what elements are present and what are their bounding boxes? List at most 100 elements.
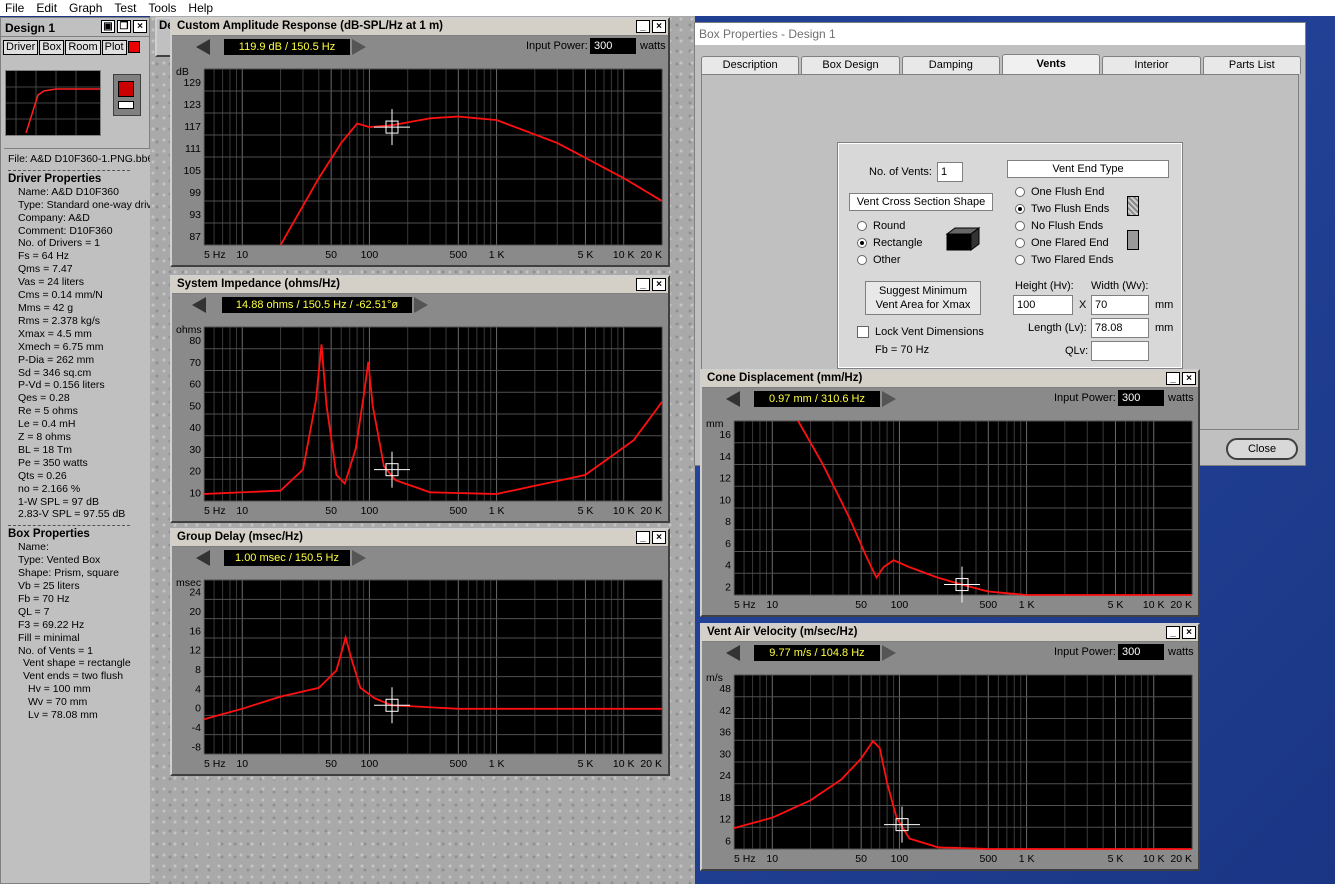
menu-edit[interactable]: Edit [31, 1, 64, 15]
cone-displacement-window: Cone Displacement (mm/Hz) _ × 0.97 mm / 3… [700, 369, 1200, 617]
tab-parts-list[interactable]: Parts List [1202, 56, 1301, 74]
tab-vents[interactable]: Vents [1001, 54, 1101, 74]
end-type-no-flush[interactable]: No Flush Ends [1015, 218, 1114, 235]
design-panel-title: Design 1 [5, 21, 56, 35]
group-delay-titlebar: Group Delay (msec/Hz) _ × [172, 530, 668, 547]
x-tick-label: 10 K [613, 249, 635, 261]
close-icon[interactable]: × [133, 20, 147, 33]
close-icon[interactable]: × [652, 531, 666, 544]
shape-radio-group: Round Rectangle Other [857, 218, 923, 269]
next-arrow-icon[interactable] [352, 39, 366, 55]
group-delay-plot[interactable]: msec 24 20 16 12 8 4 0 -4 -8 5 Hz 10 50 100 500 1 K5 K1… [174, 574, 668, 772]
box-diagram-icon[interactable] [113, 74, 141, 116]
rectangular-vent-icon [945, 227, 981, 251]
restore-icon[interactable]: ❐ [117, 20, 131, 33]
plot-color-swatch[interactable] [127, 41, 140, 53]
minimize-icon[interactable]: _ [636, 20, 650, 33]
shape-rectangle-label: Rectangle [873, 237, 923, 249]
x-tick-label: 500 [450, 249, 468, 261]
x-tick-label: 20 K [640, 505, 662, 517]
save-icon[interactable]: ▣ [101, 20, 115, 33]
vent-velocity-plot[interactable]: m/s 48 42 36 30 24 18 12 6 5 Hz 10 50 100 500 1 K5 K 10… [704, 669, 1198, 867]
prev-arrow-icon[interactable] [726, 645, 740, 661]
shape-rectangle-option[interactable]: Rectangle [857, 235, 923, 252]
driver-property: Vas = 24 liters [18, 276, 85, 289]
y-tick-label: 12 [189, 645, 201, 657]
next-arrow-icon[interactable] [882, 391, 896, 407]
minimize-icon[interactable]: _ [636, 278, 650, 291]
minimize-icon[interactable]: _ [1166, 626, 1180, 639]
vents-panel: No. of Vents: 1 Vent Cross Section Shape… [837, 142, 1183, 369]
cone-title: Cone Displacement (mm/Hz) [707, 372, 863, 384]
end-type-two-flush[interactable]: Two Flush Ends [1015, 201, 1114, 218]
height-input[interactable]: 100 [1013, 295, 1073, 315]
end-type-two-flared[interactable]: Two Flared Ends [1015, 252, 1114, 269]
next-arrow-icon[interactable] [882, 645, 896, 661]
driver-property: Qes = 0.28 [18, 392, 70, 405]
input-power-field[interactable]: 300 [590, 38, 636, 54]
height-label: Height (Hv): [1015, 280, 1074, 292]
x-tick-label: 20 K [1170, 853, 1192, 865]
length-input[interactable]: 78.08 [1091, 318, 1149, 338]
x-tick-label: 500 [450, 758, 468, 770]
tab-damping[interactable]: Damping [901, 56, 1000, 74]
x-label: X [1079, 299, 1087, 311]
menu-help[interactable]: Help [183, 1, 220, 15]
tab-description[interactable]: Description [701, 56, 800, 74]
x-tick-label: 20 K [640, 758, 662, 770]
shape-round-option[interactable]: Round [857, 218, 923, 235]
response-thumbnail[interactable] [5, 70, 101, 136]
close-icon[interactable]: × [652, 20, 666, 33]
end-type-label: No Flush Ends [1031, 220, 1104, 232]
lock-vent-checkbox[interactable]: Lock Vent Dimensions [857, 326, 984, 339]
impedance-plot[interactable]: ohms 80 70 60 50 40 30 20 10 5 Hz 10 50 100 500 1 K5 K… [174, 321, 668, 519]
end-type-one-flared[interactable]: One Flared End [1015, 235, 1114, 252]
input-power-field[interactable]: 300 [1118, 390, 1164, 406]
y-tick-label: 30 [719, 748, 731, 760]
vent-dimension: Hv = 100 mm [28, 683, 91, 696]
num-vents-input[interactable]: 1 [937, 162, 963, 182]
tab-plot[interactable]: Plot [101, 40, 127, 55]
group-delay-readout: 1.00 msec / 150.5 Hz [224, 550, 350, 566]
shape-other-option[interactable]: Other [857, 252, 923, 269]
tab-box[interactable]: Box [39, 40, 65, 55]
x-tick-label: 100 [891, 599, 909, 611]
amplitude-readout: 119.9 dB / 150.5 Hz [224, 39, 350, 55]
next-arrow-icon[interactable] [352, 550, 366, 566]
tab-box-design[interactable]: Box Design [801, 56, 900, 74]
watts-label: watts [1168, 646, 1194, 658]
minimize-icon[interactable]: _ [1166, 372, 1180, 385]
tab-interior[interactable]: Interior [1102, 56, 1201, 74]
driver-property: Re = 5 ohms [18, 405, 78, 418]
cone-plot[interactable]: mm 16 14 12 10 8 6 4 2 5 Hz 10 50 100 500 1 K5 K 10 K 20… [704, 415, 1198, 613]
menu-test[interactable]: Test [109, 1, 143, 15]
menu-tools[interactable]: Tools [143, 1, 183, 15]
prev-arrow-icon[interactable] [196, 550, 210, 566]
prev-arrow-icon[interactable] [726, 391, 740, 407]
tab-room[interactable]: Room [65, 40, 101, 55]
close-icon[interactable]: × [652, 278, 666, 291]
close-icon[interactable]: × [1182, 626, 1196, 639]
end-type-one-flush[interactable]: One Flush End [1015, 184, 1114, 201]
minimize-icon[interactable]: _ [636, 531, 650, 544]
menu-graph[interactable]: Graph [64, 1, 109, 15]
close-button[interactable]: Close [1226, 438, 1298, 460]
x-tick-label: 20 K [640, 249, 662, 261]
prev-arrow-icon[interactable] [196, 39, 210, 55]
suggest-min-vent-button[interactable]: Suggest Minimum Vent Area for Xmax [865, 281, 981, 315]
next-arrow-icon[interactable] [414, 297, 428, 313]
suggest-button-line2: Vent Area for Xmax [875, 299, 971, 311]
y-tick-label: 117 [184, 121, 201, 133]
amplitude-plot[interactable]: dB 129 123 117 111 105 99 93 87 5 Hz 10 50 100 500 1 K… [174, 63, 668, 263]
prev-arrow-icon[interactable] [192, 297, 206, 313]
close-icon[interactable]: × [1182, 372, 1196, 385]
qlv-input[interactable] [1091, 341, 1149, 361]
tab-driver[interactable]: Driver [3, 40, 39, 55]
menu-file[interactable]: File [0, 1, 31, 15]
width-input[interactable]: 70 [1091, 295, 1149, 315]
box-property: Fb = 70 Hz [18, 592, 70, 605]
box-properties-tabs: Description Box Design Damping Vents Int… [701, 54, 1301, 74]
input-power-field[interactable]: 300 [1118, 644, 1164, 660]
vent-velocity-readout: 9.77 m/s / 104.8 Hz [754, 645, 880, 661]
y-tick-label: 111 [185, 143, 201, 155]
